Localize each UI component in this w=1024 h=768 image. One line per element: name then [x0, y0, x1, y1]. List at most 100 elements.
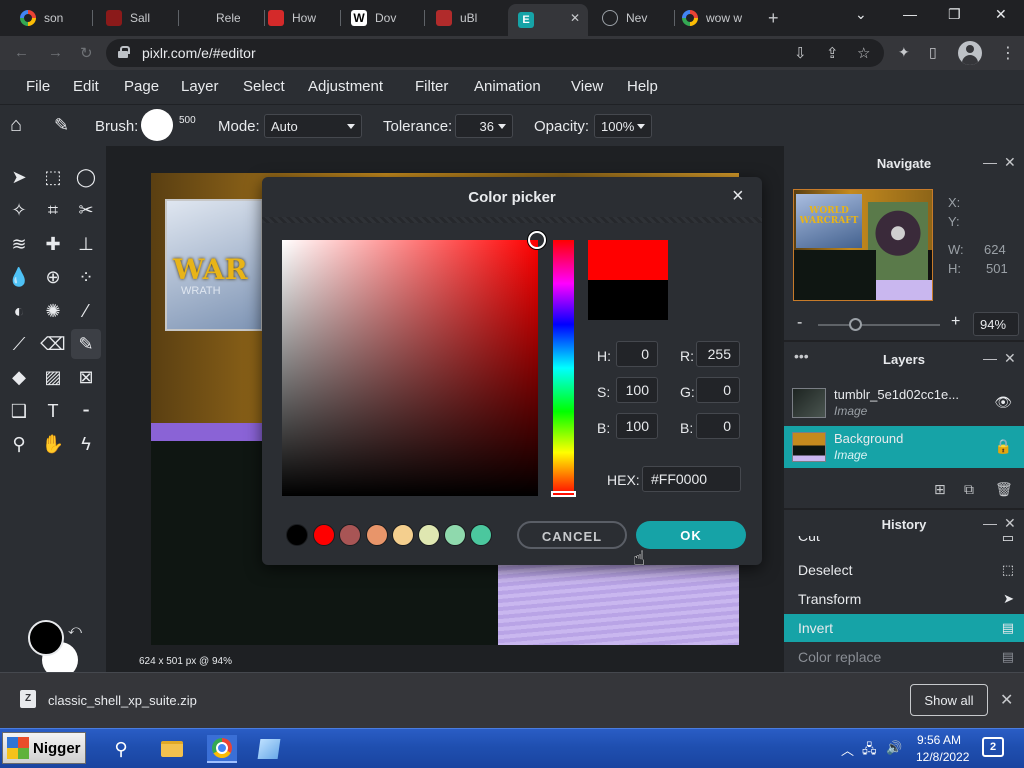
menu-filter[interactable]: Filter: [415, 78, 448, 95]
forward-icon[interactable]: →: [48, 44, 63, 61]
zoom-slider[interactable]: [818, 324, 940, 326]
hex-input[interactable]: #FF0000: [642, 466, 741, 492]
swatch-1[interactable]: [313, 524, 335, 546]
saturation-input[interactable]: 100: [616, 377, 658, 403]
dodge-tool-icon[interactable]: ◐: [4, 296, 34, 326]
shape-tool-icon[interactable]: ✺: [38, 296, 68, 326]
download-item[interactable]: classic_shell_xp_suite.zip: [48, 693, 197, 708]
swatch-2[interactable]: [339, 524, 361, 546]
eyedropper-icon[interactable]: ⁄: [71, 296, 101, 326]
chrome-icon[interactable]: [207, 735, 237, 763]
share-icon[interactable]: ⇪: [826, 44, 839, 62]
close-window-icon[interactable]: ✕: [995, 6, 1007, 23]
back-icon[interactable]: ←: [14, 44, 29, 61]
close-panel-icon[interactable]: ✕: [1004, 515, 1016, 532]
menu-view[interactable]: View: [571, 78, 603, 95]
hue-slider[interactable]: [553, 240, 574, 496]
tab-search-icon[interactable]: ⌄: [855, 6, 867, 23]
sticker-tool-icon[interactable]: ❑: [4, 396, 34, 426]
tab-pixlr-active[interactable]: E ✕: [508, 4, 588, 36]
zoom-input[interactable]: 94%: [973, 312, 1019, 336]
quick-action-icon[interactable]: ϟ: [71, 429, 101, 459]
zoom-slider-knob[interactable]: [848, 318, 862, 331]
ok-button[interactable]: OK: [636, 521, 746, 549]
tab-rele[interactable]: Rele: [182, 4, 262, 32]
close-icon[interactable]: ×: [732, 185, 744, 208]
blur-tool-icon[interactable]: 💧: [4, 262, 34, 292]
blue-input[interactable]: 0: [696, 413, 740, 439]
swatch-5[interactable]: [418, 524, 440, 546]
hand-tool-icon[interactable]: ✋: [38, 429, 68, 459]
show-all-button[interactable]: Show all: [910, 684, 988, 716]
menu-page[interactable]: Page: [124, 78, 159, 95]
clock-date[interactable]: 12/8/2022: [916, 750, 969, 764]
wand-tool-icon[interactable]: ✧: [4, 195, 34, 225]
frame-tool-icon[interactable]: ⊠: [71, 362, 101, 392]
layer-row-background[interactable]: Background Image 🔒: [784, 426, 1024, 468]
clock-time[interactable]: 9:56 AM: [917, 733, 961, 747]
browser-menu-icon[interactable]: ⋮: [1000, 43, 1016, 63]
lock-icon[interactable]: 🔒: [995, 438, 1012, 455]
zoom-in-button[interactable]: +: [951, 313, 960, 331]
history-item-active[interactable]: Invert ▤: [784, 614, 1024, 642]
navigator-thumbnail[interactable]: WORLD WARCRAFT: [793, 189, 933, 301]
install-icon[interactable]: ⇩: [794, 44, 807, 62]
add-layer-icon[interactable]: ⊞: [934, 481, 946, 498]
red-input[interactable]: 255: [696, 341, 740, 367]
sponge-tool-icon[interactable]: ⊕: [38, 262, 68, 292]
tab-dov[interactable]: W Dov: [341, 4, 421, 32]
layer-row[interactable]: tumblr_5e1d02cc1e... Image 👁: [784, 382, 1024, 424]
crop-tool-icon[interactable]: ⌗: [38, 195, 68, 225]
restore-icon[interactable]: ❐: [948, 6, 961, 23]
visibility-eye-icon[interactable]: 👁: [994, 394, 1012, 411]
menu-edit[interactable]: Edit: [73, 78, 99, 95]
tolerance-select[interactable]: 36: [455, 114, 513, 138]
picker-tool-icon[interactable]: ⁃: [71, 396, 101, 426]
cutout-tool-icon[interactable]: ✂: [71, 195, 101, 225]
close-panel-icon[interactable]: ✕: [1004, 154, 1016, 171]
tab-sall[interactable]: Sall: [96, 4, 176, 32]
extensions-icon[interactable]: ✦: [898, 44, 910, 61]
volume-icon[interactable]: 🔊: [886, 740, 902, 756]
tab-ublock[interactable]: uBl: [426, 4, 506, 32]
home-icon[interactable]: ⌂: [10, 114, 22, 137]
close-tab-icon[interactable]: ✕: [570, 11, 580, 25]
search-icon[interactable]: ⚲: [106, 735, 136, 763]
minimize-panel-icon[interactable]: —: [983, 350, 997, 366]
app-icon[interactable]: [254, 735, 284, 763]
minimize-icon[interactable]: —: [903, 6, 917, 22]
eraser-icon[interactable]: ⌫: [38, 329, 68, 359]
menu-layer[interactable]: Layer: [181, 78, 219, 95]
network-icon[interactable]: 🖧: [862, 740, 877, 762]
menu-select[interactable]: Select: [243, 78, 285, 95]
notifications-icon[interactable]: 2: [982, 737, 1004, 757]
cancel-button[interactable]: CANCEL: [517, 521, 627, 549]
menu-help[interactable]: Help: [627, 78, 658, 95]
minimize-panel-icon[interactable]: —: [983, 154, 997, 170]
minimize-panel-icon[interactable]: —: [983, 515, 997, 531]
delete-layer-icon[interactable]: 🗑: [995, 481, 1013, 498]
history-item[interactable]: Color replace ▤: [784, 643, 1024, 671]
menu-animation[interactable]: Animation: [474, 78, 541, 95]
reload-icon[interactable]: ↻: [80, 44, 93, 62]
arrange-tool-icon[interactable]: ➤: [4, 162, 34, 192]
text-tool-icon[interactable]: T: [38, 396, 68, 426]
swatch-7[interactable]: [470, 524, 492, 546]
liquify-tool-icon[interactable]: ≋: [4, 229, 34, 259]
foreground-color-swatch[interactable]: [28, 620, 64, 656]
file-explorer-icon[interactable]: [157, 735, 187, 763]
tab-how[interactable]: How: [258, 4, 338, 32]
gradient-icon[interactable]: ▨: [38, 362, 68, 392]
start-button[interactable]: Nigger: [2, 732, 86, 764]
tab-wow-search[interactable]: wow w: [672, 4, 762, 32]
heal-tool-icon[interactable]: ✚: [38, 229, 68, 259]
brightness-input[interactable]: 100: [616, 413, 658, 439]
tray-chevron-icon[interactable]: ︿: [841, 740, 854, 759]
swatch-3[interactable]: [366, 524, 388, 546]
history-item[interactable]: Deselect ⬚: [784, 556, 1024, 584]
swap-colors-icon[interactable]: ⤺: [68, 622, 82, 638]
bookmark-star-icon[interactable]: ☆: [857, 44, 870, 62]
clone-stamp-icon[interactable]: ⊥: [71, 229, 101, 259]
new-tab-button[interactable]: +: [768, 8, 779, 29]
history-item[interactable]: Cut ▭: [784, 536, 1024, 550]
